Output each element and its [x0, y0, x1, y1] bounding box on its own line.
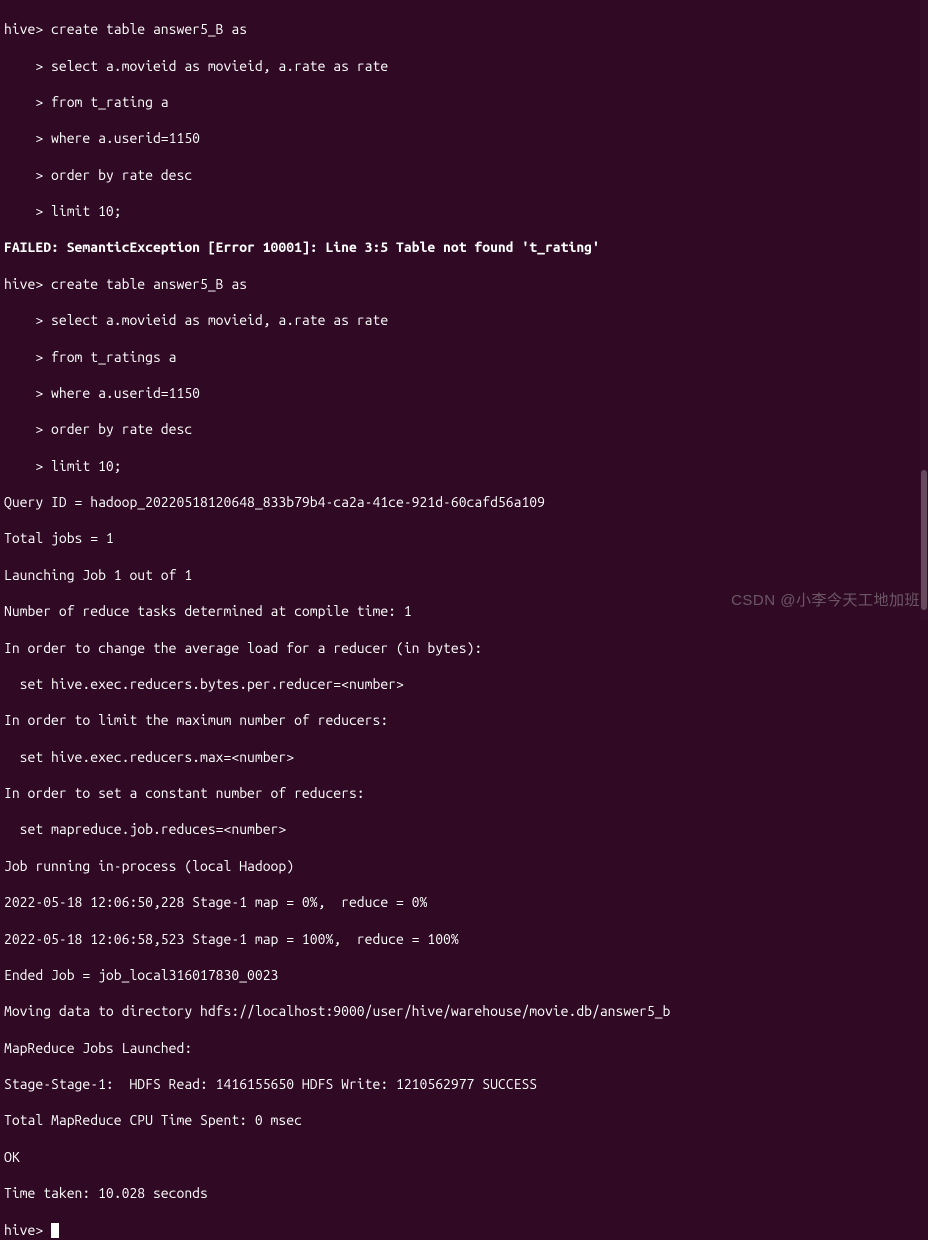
terminal-line: In order to limit the maximum number of … [4, 711, 924, 729]
terminal-line: MapReduce Jobs Launched: [4, 1039, 924, 1057]
terminal-cursor [51, 1223, 59, 1238]
terminal-line: set hive.exec.reducers.bytes.per.reducer… [4, 675, 924, 693]
terminal-line: hive> create table answer5_B as [4, 275, 924, 293]
terminal-line: Query ID = hadoop_20220518120648_833b79b… [4, 493, 924, 511]
scrollbar-thumb[interactable] [921, 470, 927, 610]
terminal-prompt-line[interactable]: hive> [4, 1221, 924, 1239]
terminal-line: > limit 10; [4, 457, 924, 475]
terminal-line: > from t_ratings a [4, 348, 924, 366]
terminal-line: Total MapReduce CPU Time Spent: 0 msec [4, 1111, 924, 1129]
terminal-output[interactable]: hive> create table answer5_B as > select… [4, 2, 924, 1240]
terminal-line: Time taken: 10.028 seconds [4, 1184, 924, 1202]
terminal-line: > order by rate desc [4, 420, 924, 438]
terminal-line: In order to change the average load for … [4, 639, 924, 657]
scrollbar-track[interactable] [920, 0, 928, 620]
terminal-line: 2022-05-18 12:06:58,523 Stage-1 map = 10… [4, 930, 924, 948]
terminal-prompt: hive> [4, 1222, 51, 1238]
terminal-line: > from t_rating a [4, 93, 924, 111]
terminal-line: Stage-Stage-1: HDFS Read: 1416155650 HDF… [4, 1075, 924, 1093]
terminal-line: Moving data to directory hdfs://localhos… [4, 1002, 924, 1020]
terminal-line: set hive.exec.reducers.max=<number> [4, 748, 924, 766]
watermark-text: CSDN @小李今天工地加班 [731, 591, 920, 611]
terminal-line: > order by rate desc [4, 166, 924, 184]
terminal-line: hive> create table answer5_B as [4, 20, 924, 38]
terminal-line: Ended Job = job_local316017830_0023 [4, 966, 924, 984]
terminal-line: OK [4, 1148, 924, 1166]
terminal-line: > limit 10; [4, 202, 924, 220]
terminal-line: set mapreduce.job.reduces=<number> [4, 820, 924, 838]
terminal-line: Launching Job 1 out of 1 [4, 566, 924, 584]
terminal-line: > where a.userid=1150 [4, 384, 924, 402]
terminal-line: > where a.userid=1150 [4, 129, 924, 147]
terminal-line: > select a.movieid as movieid, a.rate as… [4, 57, 924, 75]
terminal-line: Job running in-process (local Hadoop) [4, 857, 924, 875]
terminal-line: 2022-05-18 12:06:50,228 Stage-1 map = 0%… [4, 893, 924, 911]
terminal-line: Total jobs = 1 [4, 529, 924, 547]
terminal-line: In order to set a constant number of red… [4, 784, 924, 802]
terminal-line: > select a.movieid as movieid, a.rate as… [4, 311, 924, 329]
terminal-error-line: FAILED: SemanticException [Error 10001]:… [4, 238, 924, 256]
